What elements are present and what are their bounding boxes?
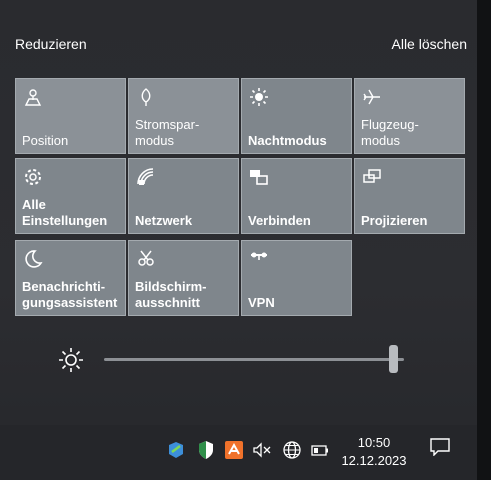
tile-network[interactable]: Netzwerk [128,158,239,234]
tile-label: Bildschirm- ausschnitt [135,279,207,310]
shield-icon[interactable] [196,440,216,460]
gear-icon [25,169,41,185]
location-icon [24,89,42,106]
tile-position[interactable]: Position [15,78,126,154]
tile-label: Verbinden [248,213,311,228]
clear-all-link[interactable]: Alle löschen [392,36,468,52]
notification-icon[interactable] [430,438,450,456]
clock-date: 12.12.2023 [341,453,407,468]
tile-night-light[interactable]: Nachtmodus [241,78,352,154]
brightness-thumb[interactable] [389,345,398,373]
tile-label: Flugzeug- modus [361,117,419,148]
tile-connect[interactable]: Verbinden [241,158,352,234]
app-icon[interactable] [166,440,186,460]
tile-all-settings[interactable]: Alle Einstellungen [15,158,126,234]
app-orange-icon[interactable] [224,440,244,460]
action-center-header: Reduzieren Alle löschen [15,36,467,58]
brightness-icon [59,348,83,372]
battery-icon[interactable] [310,440,330,460]
tile-project[interactable]: Projizieren [354,158,465,234]
vpn-icon [251,252,267,260]
tile-vpn[interactable]: VPN [241,240,352,316]
globe-icon[interactable] [282,440,302,460]
tile-label: VPN [248,295,275,310]
tile-label: Nachtmodus [248,133,327,148]
brightness-track[interactable] [104,358,404,361]
tile-label: Benachrichti- gungsassistent [22,279,118,310]
battery-saver-icon [141,88,151,106]
screen-bezel [477,0,491,480]
tile-label: Position [22,133,69,148]
volume-muted-icon[interactable] [252,440,272,460]
tile-label: Projizieren [361,213,428,228]
network-icon [137,168,154,185]
collapse-link[interactable]: Reduzieren [15,36,87,52]
tile-screen-snip[interactable]: Bildschirm- ausschnitt [128,240,239,316]
project-icon [363,169,381,183]
airplane-icon [363,89,380,105]
clock-time: 10:50 [357,435,391,450]
clock[interactable]: 10:50 12.12.2023 [336,434,412,470]
tile-label: Netzwerk [135,213,193,228]
tile-battery-saver[interactable]: Stromspar- modus [128,78,239,154]
brightness-slider[interactable] [58,343,410,375]
tile-focus-assist[interactable]: Benachrichti- gungsassistent [15,240,126,316]
moon-icon [25,250,43,268]
taskbar: 10:50 12.12.2023 [0,425,477,480]
tile-label: Alle Einstellungen [22,197,108,228]
tile-airplane-mode[interactable]: Flugzeug- modus [354,78,465,154]
tile-label: Stromspar- modus [135,117,200,148]
night-light-icon [250,88,268,106]
snip-icon [138,250,154,266]
connect-icon [250,170,268,185]
